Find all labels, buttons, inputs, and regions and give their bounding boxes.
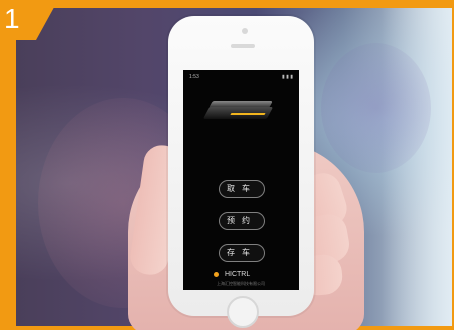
- screenshot-frame: 1 1:53 ▮ ▮ ▮ 取车 预约 存车 HICTRL 上海汇控智能科技有限公…: [0, 0, 454, 330]
- park-car-button[interactable]: 存车: [219, 244, 265, 262]
- pickup-car-button[interactable]: 取车: [219, 180, 265, 198]
- step-number: 1: [4, 3, 20, 34]
- device-accent-stripe: [230, 113, 266, 115]
- home-button[interactable]: [227, 296, 259, 328]
- status-time: 1:53: [189, 74, 199, 80]
- background-blur: [321, 43, 431, 173]
- company-name: 上海汇控智能科技有限公司: [217, 281, 265, 286]
- parking-device-image: [196, 94, 286, 139]
- phone-screen: 1:53 ▮ ▮ ▮ 取车 预约 存车 HICTRL 上海汇控智能科技有限公司: [183, 70, 299, 290]
- brand-name: HICTRL: [224, 271, 251, 278]
- reserve-button[interactable]: 预约: [219, 212, 265, 230]
- phone-speaker: [231, 44, 255, 48]
- phone: 1:53 ▮ ▮ ▮ 取车 预约 存车 HICTRL 上海汇控智能科技有限公司: [168, 16, 314, 328]
- status-bar: 1:53 ▮ ▮ ▮: [189, 74, 293, 82]
- brand-dot-icon: [214, 271, 219, 277]
- status-icons: ▮ ▮ ▮: [281, 74, 293, 80]
- brand-logo: HICTRL: [214, 271, 250, 278]
- front-camera: [242, 28, 248, 34]
